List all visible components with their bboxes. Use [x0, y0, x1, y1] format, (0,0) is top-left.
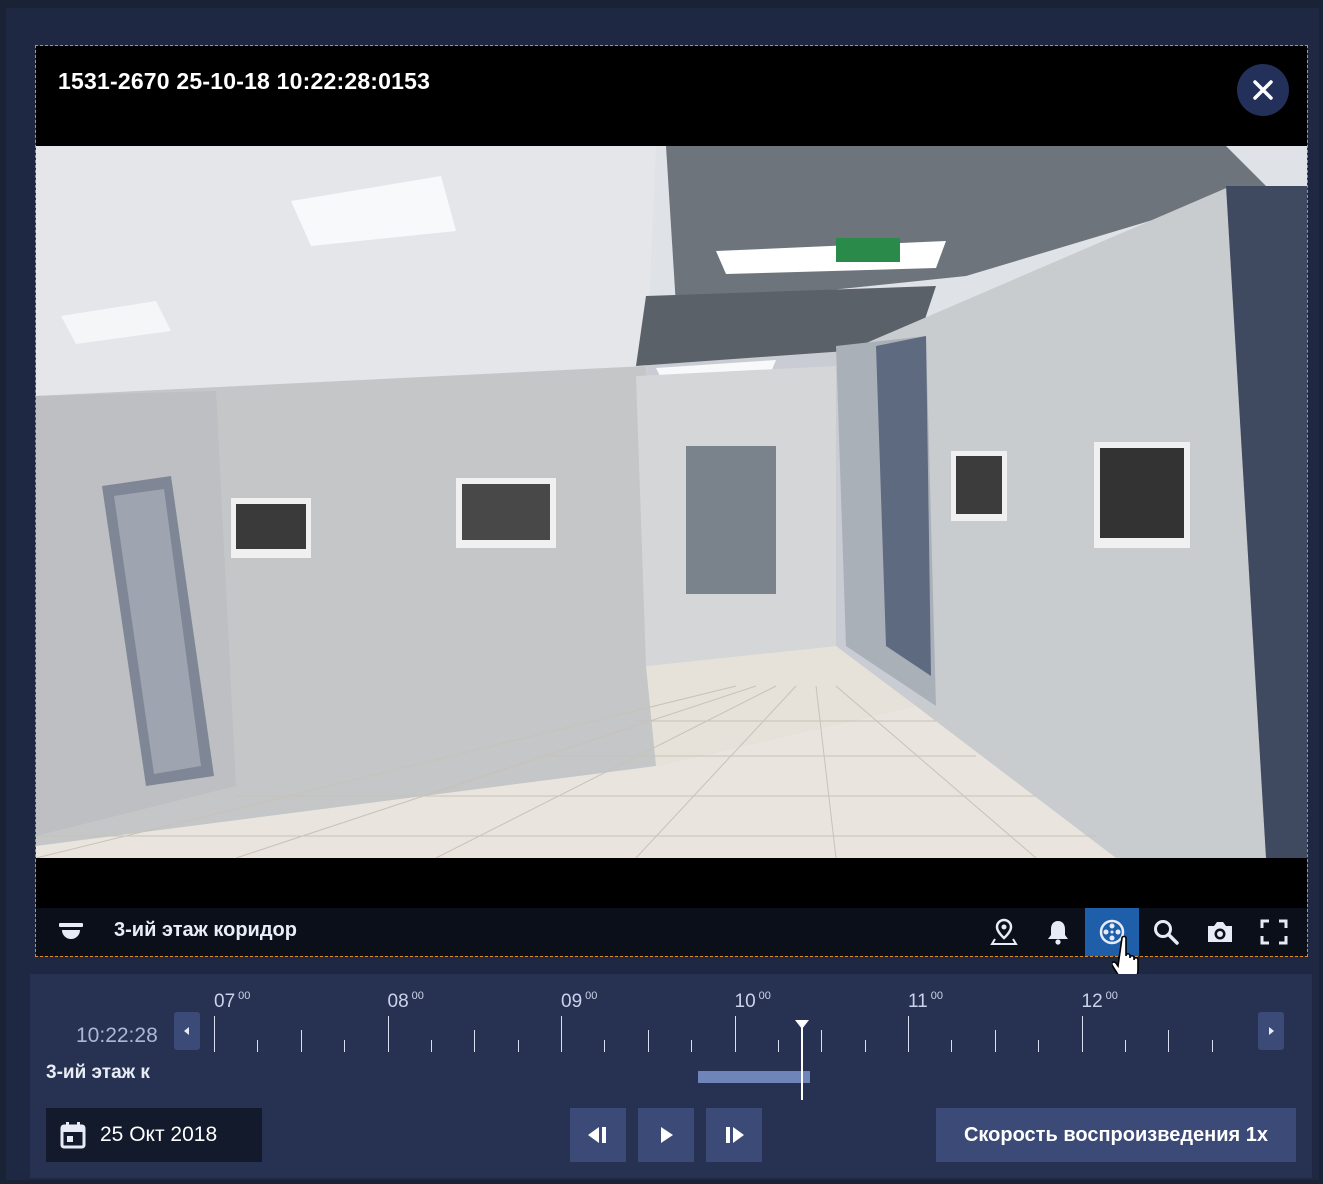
minute-value: 00 — [411, 990, 424, 1002]
minor-tick — [821, 1030, 823, 1052]
player-window: 1531-2670 25-10-18 10:22:28:0153 3-ий эт… — [6, 8, 1319, 1180]
hour-value: 10 — [734, 991, 756, 1012]
minor-tick — [1124, 1040, 1126, 1052]
hour-tick — [1081, 1016, 1083, 1052]
camera-video-feed[interactable] — [36, 146, 1307, 858]
hour-value: 09 — [561, 991, 583, 1012]
play-icon — [661, 1127, 673, 1143]
hour-label: 12 00 — [1081, 990, 1118, 1013]
hour-label: 08 00 — [387, 990, 424, 1013]
camera-title: 1531-2670 25-10-18 10:22:28:0153 — [58, 68, 431, 94]
recording-segment[interactable] — [698, 1071, 810, 1083]
minor-tick — [257, 1040, 259, 1052]
playback-speed-button[interactable]: Скорость воспроизведения 1x — [936, 1108, 1296, 1162]
minute-value: 00 — [1105, 990, 1118, 1002]
hour-label: 10 00 — [734, 990, 771, 1013]
minute-value: 00 — [238, 990, 251, 1002]
minor-tick — [647, 1030, 649, 1052]
snapshot-button[interactable] — [1193, 908, 1247, 956]
close-icon — [1253, 80, 1273, 100]
hour-value: 11 — [908, 991, 928, 1012]
video-frame-image — [36, 146, 1307, 858]
minor-tick — [474, 1030, 476, 1052]
minor-tick — [430, 1040, 432, 1052]
map-pin-icon — [990, 918, 1018, 945]
minor-tick — [344, 1040, 346, 1052]
hour-tick — [908, 1016, 909, 1052]
video-panel: 1531-2670 25-10-18 10:22:28:0153 3-ий эт… — [35, 45, 1308, 957]
minor-tick — [951, 1040, 953, 1052]
minor-tick — [1038, 1040, 1040, 1052]
play-button[interactable] — [638, 1108, 694, 1162]
playhead-handle[interactable] — [795, 1020, 809, 1029]
fullscreen-button[interactable] — [1247, 908, 1301, 956]
hour-value: 08 — [387, 991, 409, 1012]
minute-value: 00 — [758, 990, 771, 1002]
minor-tick — [300, 1030, 302, 1052]
search-icon — [1154, 920, 1179, 945]
map-pin-button[interactable] — [977, 908, 1031, 956]
minute-value: 00 — [930, 990, 943, 1002]
step-back-button[interactable] — [570, 1108, 626, 1162]
hour-value: 12 — [1081, 991, 1103, 1012]
step-forward-button[interactable] — [706, 1108, 762, 1162]
calendar-icon — [60, 1122, 86, 1149]
minor-tick — [604, 1040, 606, 1052]
hour-value: 07 — [214, 991, 236, 1012]
minor-tick — [864, 1040, 866, 1052]
camera-icon — [1208, 922, 1232, 942]
hour-label: 11 00 — [908, 990, 943, 1013]
date-text: 25 Окт 2018 — [100, 1123, 218, 1146]
fullscreen-icon — [1260, 919, 1288, 945]
close-button[interactable] — [1237, 64, 1289, 116]
hour-tick — [561, 1016, 562, 1052]
hour-tick — [734, 1016, 736, 1052]
hour-tick — [214, 1016, 215, 1052]
dome-camera-icon — [59, 922, 83, 939]
minor-tick — [777, 1040, 779, 1052]
bell-icon — [1048, 921, 1068, 945]
step-forward-icon — [726, 1127, 744, 1143]
step-back-icon — [588, 1127, 606, 1143]
timeline-panel: 10:22:28 3-ий этаж к 07 00 08 00 09 00 10 00 11 0… — [30, 974, 1312, 1178]
minute-value: 00 — [585, 990, 598, 1002]
playhead[interactable] — [801, 1022, 803, 1100]
hour-tick — [387, 1016, 389, 1052]
minor-tick — [691, 1040, 693, 1052]
minor-tick — [1211, 1040, 1213, 1052]
camera-label: 3-ий этаж коридор — [114, 919, 297, 941]
minor-tick — [994, 1030, 996, 1052]
video-header: 1531-2670 25-10-18 10:22:28:0153 — [36, 46, 1307, 146]
minor-tick — [1168, 1030, 1170, 1052]
hour-label: 09 00 — [561, 990, 598, 1013]
date-picker-button[interactable]: 25 Окт 2018 — [46, 1108, 262, 1162]
alarm-button[interactable] — [1031, 908, 1085, 956]
minor-tick — [517, 1040, 519, 1052]
hour-label: 07 00 — [214, 990, 251, 1013]
